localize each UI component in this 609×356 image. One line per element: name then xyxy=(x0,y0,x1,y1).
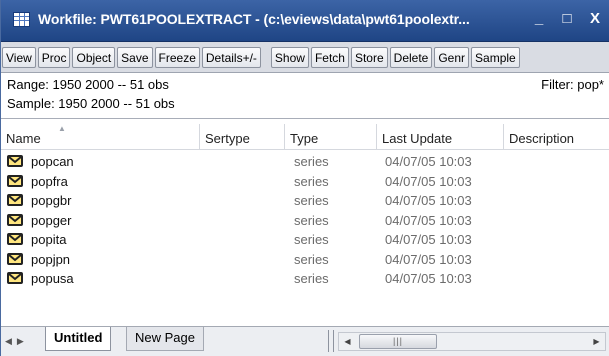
scroll-right-icon[interactable]: ▶ xyxy=(588,333,605,350)
series-type: series xyxy=(294,193,329,208)
series-name: popita xyxy=(31,232,67,247)
series-last-update: 04/07/05 10:03 xyxy=(385,212,472,228)
series-last-update: 04/07/05 10:03 xyxy=(385,232,472,247)
column-description[interactable]: Description xyxy=(503,124,609,149)
column-name-label: Name xyxy=(6,131,41,146)
range-info[interactable]: Range: 1950 2000 -- 51 obs xyxy=(7,77,169,92)
sample-button[interactable]: Sample xyxy=(471,46,520,68)
column-sertype[interactable]: Sertype xyxy=(199,124,284,149)
title-bar[interactable]: Workfile: PWT61POOLEXTRACT - (c:\eviews\… xyxy=(1,0,609,42)
tab-untitled[interactable]: Untitled xyxy=(45,327,112,351)
save-button[interactable]: Save xyxy=(117,46,153,68)
minimize-button[interactable]: _ xyxy=(532,10,546,27)
series-icon xyxy=(7,233,23,245)
scroll-left-icon[interactable]: ◀ xyxy=(339,333,356,350)
object-list: popcan series 04/07/05 10:03 popfra seri… xyxy=(1,152,609,289)
list-item[interactable]: popusa series 04/07/05 10:03 xyxy=(1,269,609,289)
list-item[interactable]: popgbr series 04/07/05 10:03 xyxy=(1,191,609,211)
series-type: series xyxy=(294,154,329,169)
column-type[interactable]: Type xyxy=(284,124,376,149)
series-last-update: 04/07/05 10:03 xyxy=(385,154,472,169)
window-controls: _ □ X xyxy=(532,10,602,27)
list-item[interactable]: popger series 04/07/05 10:03 xyxy=(1,211,609,231)
series-name: popusa xyxy=(31,271,74,286)
window-title: Workfile: PWT61POOLEXTRACT - (c:\eviews\… xyxy=(38,11,470,27)
sample-info[interactable]: Sample: 1950 2000 -- 51 obs xyxy=(7,96,175,111)
series-type: series xyxy=(294,271,329,286)
series-icon xyxy=(7,194,23,206)
series-icon xyxy=(7,252,23,265)
series-type: series xyxy=(294,251,329,267)
series-icon xyxy=(7,213,23,226)
column-last-update[interactable]: Last Update xyxy=(376,124,503,149)
list-item[interactable]: popita series 04/07/05 10:03 xyxy=(1,230,609,250)
series-name: popcan xyxy=(31,154,74,169)
series-type: series xyxy=(294,212,329,228)
series-icon xyxy=(7,272,23,284)
maximize-button[interactable]: □ xyxy=(560,10,574,27)
series-icon xyxy=(7,155,23,167)
workfile-info: Range: 1950 2000 -- 51 obs Sample: 1950 … xyxy=(1,73,609,119)
column-type-label: Type xyxy=(290,131,319,146)
page-tab-bar: ◀▶ Untitled New Page ◀ ||| ▶ xyxy=(1,326,609,356)
tab-new-page[interactable]: New Page xyxy=(126,327,204,351)
horizontal-scrollbar[interactable]: ◀ ||| ▶ xyxy=(338,332,606,351)
column-description-label: Description xyxy=(509,131,575,146)
scroll-thumb[interactable]: ||| xyxy=(359,334,437,349)
series-last-update: 04/07/05 10:03 xyxy=(385,251,472,267)
tab-scroll-right-icon[interactable]: ▶ xyxy=(17,336,29,346)
delete-button[interactable]: Delete xyxy=(389,46,433,68)
series-type: series xyxy=(294,173,329,189)
series-icon xyxy=(7,174,23,187)
tab-scroll-left-icon[interactable]: ◀ xyxy=(5,336,17,346)
series-type: series xyxy=(294,232,329,247)
object-button[interactable]: Object xyxy=(72,46,116,68)
store-button[interactable]: Store xyxy=(350,46,388,68)
close-button[interactable]: X xyxy=(588,10,602,27)
series-name: popfra xyxy=(31,173,68,189)
details-button[interactable]: Details+/- xyxy=(201,46,261,68)
column-sertype-label: Sertype xyxy=(205,131,250,146)
series-name: popger xyxy=(31,212,72,228)
list-item[interactable]: popfra series 04/07/05 10:03 xyxy=(1,172,609,192)
series-last-update: 04/07/05 10:03 xyxy=(385,193,472,208)
tab-splitter[interactable] xyxy=(328,330,334,352)
tab-scroll-arrows[interactable]: ◀▶ xyxy=(5,336,29,347)
series-last-update: 04/07/05 10:03 xyxy=(385,173,472,189)
list-item[interactable]: popcan series 04/07/05 10:03 xyxy=(1,152,609,172)
fetch-button[interactable]: Fetch xyxy=(310,46,349,68)
column-name[interactable]: ▲ Name xyxy=(1,124,199,149)
sort-indicator-icon: ▲ xyxy=(58,124,66,133)
series-name: popjpn xyxy=(31,251,71,267)
workfile-icon xyxy=(13,12,30,27)
filter-info[interactable]: Filter: pop* xyxy=(541,77,604,92)
toolbar: View Proc Object Save Freeze Details+/- … xyxy=(1,42,609,73)
proc-button[interactable]: Proc xyxy=(37,46,71,68)
series-name: popgbr xyxy=(31,193,72,208)
view-button[interactable]: View xyxy=(2,46,36,68)
series-last-update: 04/07/05 10:03 xyxy=(385,271,472,286)
show-button[interactable]: Show xyxy=(270,46,309,68)
genr-button[interactable]: Genr xyxy=(434,46,470,68)
freeze-button[interactable]: Freeze xyxy=(154,46,200,68)
column-last-update-label: Last Update xyxy=(382,131,453,146)
list-item[interactable]: popjpn series 04/07/05 10:03 xyxy=(1,250,609,270)
column-header: ▲ Name Sertype Type Last Update Descript… xyxy=(1,124,609,150)
workfile-window: Workfile: PWT61POOLEXTRACT - (c:\eviews\… xyxy=(0,0,609,356)
